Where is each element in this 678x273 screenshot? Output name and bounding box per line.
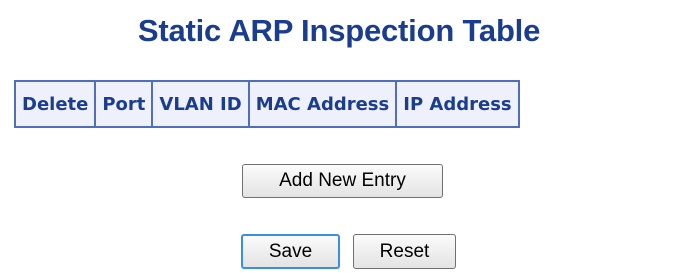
table-header-row: Delete Port VLAN ID MAC Address IP Addre… (13, 80, 520, 128)
column-header-delete: Delete (13, 80, 97, 128)
reset-button[interactable]: Reset (353, 234, 456, 269)
save-button[interactable]: Save (241, 234, 340, 269)
add-new-entry-button[interactable]: Add New Entry (242, 164, 443, 198)
column-header-mac-address: MAC Address (247, 80, 398, 128)
page: Static ARP Inspection Table Delete Port … (0, 0, 678, 273)
column-header-vlan-id: VLAN ID (151, 80, 250, 128)
page-title: Static ARP Inspection Table (137, 13, 541, 48)
column-header-port: Port (94, 80, 154, 128)
column-header-ip-address: IP Address (395, 80, 520, 128)
static-arp-table: Delete Port VLAN ID MAC Address IP Addre… (13, 80, 520, 128)
